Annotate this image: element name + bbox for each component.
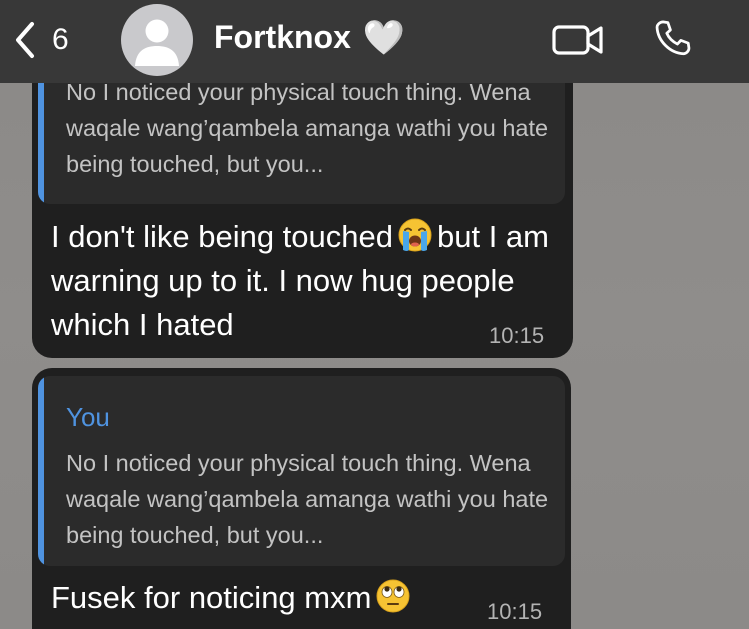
chevron-left-icon [16, 22, 34, 58]
message-bubble[interactable]: No I noticed your physical touch thing. … [32, 40, 573, 358]
loudly-crying-face-icon [398, 218, 432, 252]
phone-icon [655, 20, 691, 56]
contact-name[interactable]: Fortknox 🤍 [214, 19, 405, 56]
message-timestamp: 10:15 [489, 323, 545, 348]
contact-name-label: Fortknox [214, 19, 351, 55]
avatar[interactable] [121, 4, 193, 76]
unread-count: 6 [52, 23, 69, 56]
person-icon [135, 19, 179, 66]
message-timestamp: 10:15 [487, 599, 543, 624]
quoted-message-text: No I noticed your physical touch thing. … [66, 450, 549, 548]
face-with-rolling-eyes-icon [376, 579, 410, 613]
voice-call-button[interactable] [651, 16, 695, 60]
quoted-reply[interactable]: You No I noticed your physical touch thi… [38, 376, 565, 566]
message-bubble[interactable]: You No I noticed your physical touch thi… [32, 368, 571, 629]
quoted-sender-name: You [66, 402, 110, 432]
chat-header: 6 Fortknox 🤍 [0, 0, 749, 83]
video-call-button[interactable] [551, 22, 605, 58]
message-text: Fusek for noticing mxm [51, 576, 491, 620]
quoted-message-text: No I noticed your physical touch thing. … [66, 79, 549, 177]
chat-screen: 6 Fortknox 🤍 No I noticed your physical … [0, 0, 749, 629]
video-camera-icon [552, 25, 603, 55]
message-text-part: I don't like being touched [51, 219, 393, 254]
back-button[interactable]: 6 [12, 18, 69, 62]
white-heart-emoji: 🤍 [362, 18, 406, 57]
message-text-part: Fusek for noticing mxm [51, 580, 372, 615]
